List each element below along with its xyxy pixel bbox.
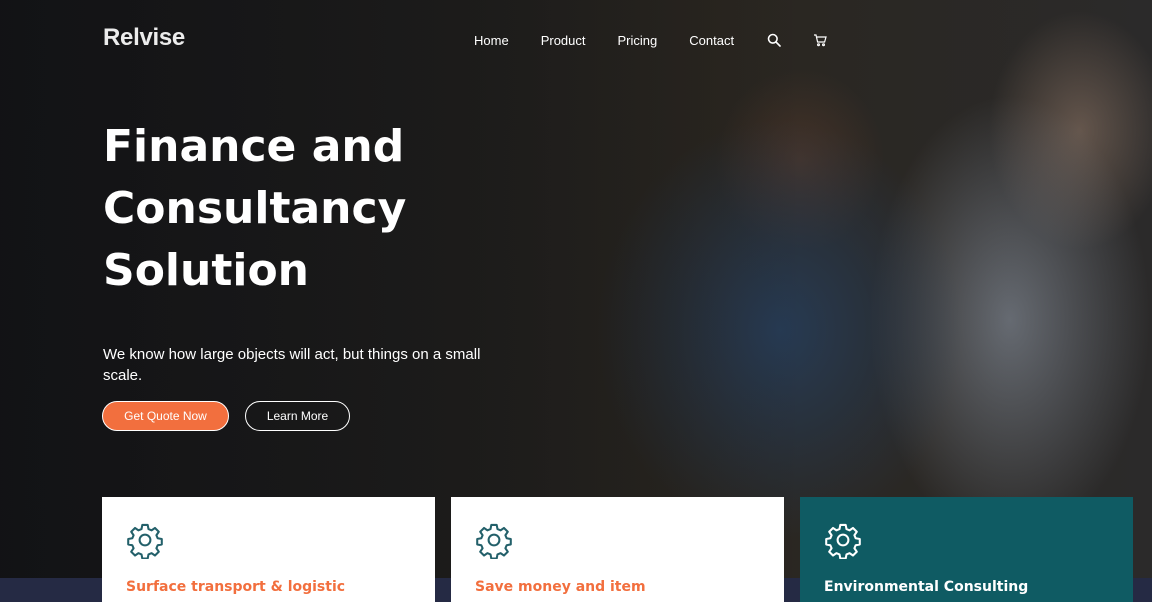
nav-item-pricing[interactable]: Pricing [618, 33, 658, 48]
cart-icon[interactable] [812, 32, 828, 48]
brand-logo[interactable]: Relvise [103, 24, 185, 52]
service-card-environmental[interactable]: Environmental Consulting [800, 497, 1133, 602]
hero-subtitle: We know how large objects will act, but … [103, 346, 481, 384]
gear-icon [476, 523, 512, 559]
card-title: Surface transport & logistic [126, 579, 346, 595]
search-icon[interactable] [766, 32, 782, 48]
nav-item-contact[interactable]: Contact [689, 33, 734, 48]
main-nav: Home Product Pricing Contact [474, 32, 858, 48]
nav-item-product[interactable]: Product [541, 33, 586, 48]
card-title: Environmental Consulting [824, 579, 1029, 595]
card-title: Save money and item [475, 579, 646, 595]
service-card-save-money[interactable]: Save money and item [451, 497, 784, 602]
gear-icon [127, 523, 163, 559]
hero-headline: Finance and Consultancy Solution [103, 121, 407, 296]
nav-item-home[interactable]: Home [474, 33, 509, 48]
learn-more-button[interactable]: Learn More [245, 401, 350, 431]
gear-icon [825, 523, 861, 559]
service-card-transport[interactable]: Surface transport & logistic [102, 497, 435, 602]
get-quote-button[interactable]: Get Quote Now [102, 401, 229, 431]
